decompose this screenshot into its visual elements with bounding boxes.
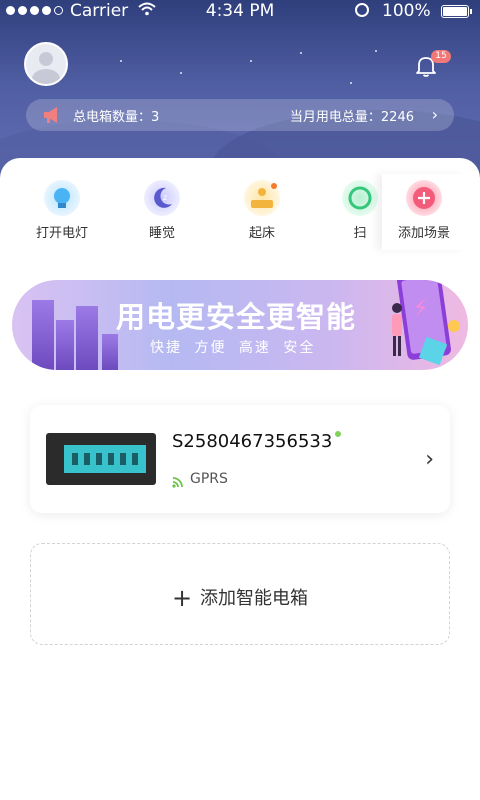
device-name: S2580467356533 [172, 431, 333, 452]
chevron-right-icon: › [431, 105, 438, 124]
star-decoration [180, 72, 182, 74]
building-illustration [102, 334, 118, 370]
moon-icon: z [144, 180, 180, 216]
building-illustration [32, 300, 54, 370]
add-electric-box-button[interactable]: + 添加智能电箱 [30, 543, 450, 645]
battery-percent: 100% [382, 1, 431, 21]
svg-text:z: z [163, 193, 167, 202]
banner-subtitle: 快捷 方便 高速 安全 [150, 340, 316, 356]
wake-up-icon [244, 180, 280, 216]
building-illustration [76, 306, 98, 370]
orientation-lock-icon [355, 3, 369, 17]
megaphone-icon [44, 107, 57, 123]
online-status-dot [335, 431, 341, 437]
star-decoration [250, 60, 252, 62]
total-boxes-label: 总电箱数量：3 [73, 110, 160, 125]
status-bar: Carrier 4:34 PM 100% [0, 0, 480, 24]
device-thumbnail [46, 433, 156, 485]
quick-action-label: 添加场景 [397, 226, 450, 241]
device-card[interactable]: S2580467356533 GPRS › [30, 405, 450, 513]
add-scene-button[interactable]: 添加场景 [382, 174, 466, 250]
star-decoration [300, 52, 302, 54]
sweep-icon [342, 180, 378, 216]
star-decoration [350, 82, 352, 84]
person-illustration [392, 303, 402, 356]
stats-bar[interactable]: 总电箱数量：3 当月用电总量：2246 › [26, 99, 454, 131]
star-decoration [120, 60, 122, 62]
quick-action-label: 起床 [248, 226, 275, 241]
main-content: 打开电灯 z 睡觉 起床 扫 添加场景 用电更安全更智能 快捷 方便 高速 安全… [0, 158, 480, 800]
quick-action-wake-up[interactable]: 起床 [222, 180, 302, 241]
chevron-right-icon: › [425, 447, 434, 472]
coin-decoration [448, 320, 460, 332]
notification-badge: 15 [431, 50, 451, 63]
quick-action-sleep[interactable]: z 睡觉 [122, 180, 202, 241]
battery-icon [441, 5, 472, 18]
quick-actions: 打开电灯 z 睡觉 起床 扫 添加场景 [0, 174, 480, 250]
signal-icon [172, 477, 183, 488]
star-decoration [375, 50, 377, 52]
building-illustration [56, 320, 74, 370]
avatar[interactable] [24, 42, 68, 86]
add-box-label: 添加智能电箱 [200, 588, 309, 609]
lightning-icon: ⚡ [411, 295, 431, 323]
promo-banner[interactable]: 用电更安全更智能 快捷 方便 高速 安全 ⚡ [12, 280, 468, 370]
add-scene-icon [406, 180, 442, 216]
connection-type: GPRS [190, 471, 228, 487]
quick-action-lights-on[interactable]: 打开电灯 [22, 180, 102, 241]
monthly-usage-label: 当月用电总量：2246 [289, 110, 414, 125]
quick-action-label: 睡觉 [148, 226, 175, 241]
plus-icon: + [171, 584, 193, 612]
banner-title: 用电更安全更智能 [116, 300, 357, 334]
quick-action-label: 打开电灯 [35, 226, 88, 241]
lightbulb-icon [44, 180, 80, 216]
